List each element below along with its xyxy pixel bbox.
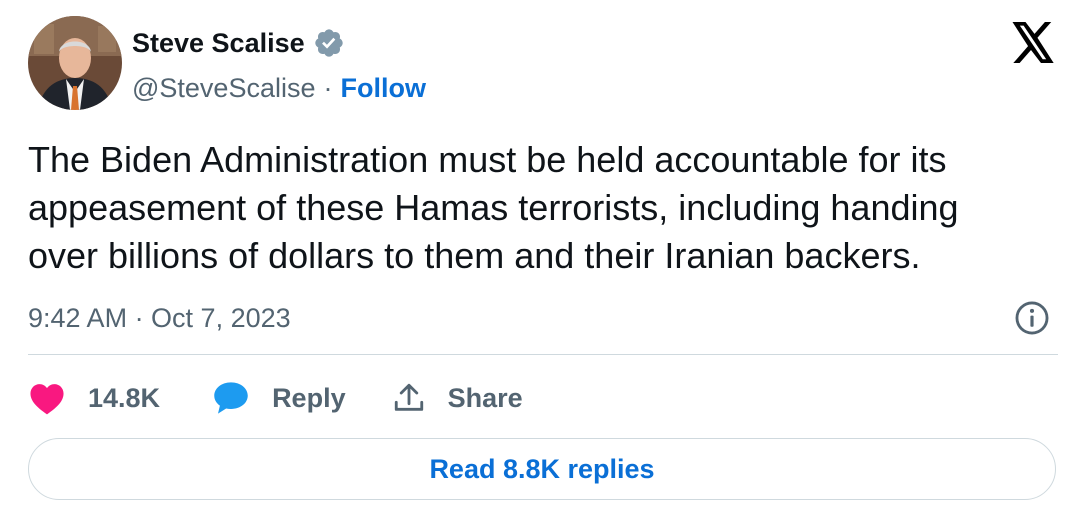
reply-button[interactable]: Reply bbox=[212, 380, 346, 416]
like-button[interactable]: 14.8K bbox=[28, 381, 160, 415]
handle-separator: · bbox=[323, 73, 333, 103]
reply-label: Reply bbox=[272, 382, 346, 413]
tweet-text-line: over billions of dollars to them and the… bbox=[28, 235, 921, 276]
follow-button[interactable]: Follow bbox=[341, 69, 426, 107]
share-button[interactable]: Share bbox=[392, 381, 523, 415]
share-upload-icon bbox=[394, 383, 423, 411]
action-bar: 14.8K Reply Share bbox=[28, 376, 523, 420]
author-handle[interactable]: @SteveScalise bbox=[132, 69, 316, 107]
tweet-text-line: The Biden Administration must be held ac… bbox=[28, 139, 947, 180]
like-count: 14.8K bbox=[88, 382, 161, 413]
avatar[interactable] bbox=[28, 16, 122, 110]
verified-badge-icon[interactable] bbox=[313, 27, 345, 59]
tweet-text: The Biden Administration must be held ac… bbox=[28, 136, 1068, 280]
read-replies-button[interactable]: Read 8.8K replies bbox=[28, 438, 1056, 500]
info-icon[interactable] bbox=[1013, 299, 1051, 337]
tweet-timestamp[interactable]: 9:42 AM · Oct 7, 2023 bbox=[28, 299, 291, 337]
x-logo-icon[interactable] bbox=[1010, 22, 1056, 64]
speech-bubble-icon bbox=[214, 382, 248, 414]
divider bbox=[28, 354, 1058, 355]
handle-row: @SteveScalise · Follow bbox=[132, 69, 426, 107]
avatar-photo bbox=[28, 16, 122, 110]
share-label: Share bbox=[447, 382, 523, 413]
author-name-row: Steve Scalise bbox=[132, 24, 345, 62]
tweet-text-line: appeasement of these Hamas terrorists, i… bbox=[28, 187, 959, 228]
author-name[interactable]: Steve Scalise bbox=[132, 24, 305, 62]
heart-icon bbox=[30, 384, 64, 415]
read-replies-label: Read 8.8K replies bbox=[429, 453, 655, 484]
